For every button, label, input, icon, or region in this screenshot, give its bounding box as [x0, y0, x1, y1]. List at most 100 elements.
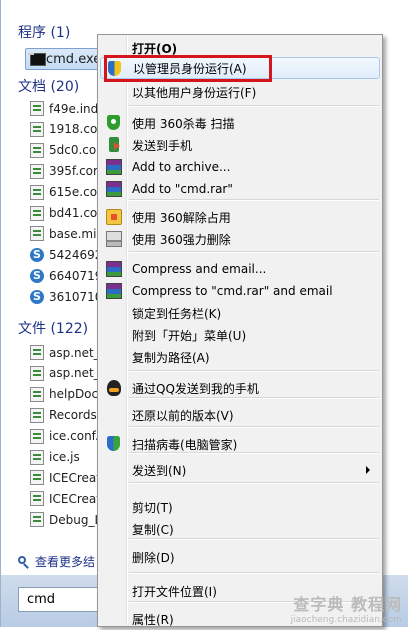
menu-item-label: 通过QQ发送到我的手机 — [132, 381, 259, 396]
result-item-label: asp.net_ — [49, 366, 100, 381]
menu-item-label: 使用 360解除占用 — [132, 210, 231, 225]
file-icon — [30, 512, 44, 528]
result-item[interactable]: helpDoc — [30, 384, 100, 405]
file-icon — [30, 142, 44, 158]
file-icon — [30, 407, 44, 423]
winrar-icon — [106, 283, 122, 299]
result-item[interactable]: asp.net_ — [30, 363, 100, 384]
watermark-title: 查字典 教程网 — [293, 595, 402, 614]
menu-item[interactable]: Compress and email... — [100, 258, 380, 280]
context-menu: 打开(O) 以管理员身份运行(A) 以其他用户身份运行(F) 使用 360杀毒 扫描发… — [97, 34, 383, 627]
menu-item-label: 复制为路径(A) — [132, 350, 210, 365]
result-item[interactable]: Records — [30, 405, 100, 426]
result-item[interactable]: Debug_L — [30, 509, 100, 530]
result-item[interactable]: 1918.co — [30, 119, 100, 140]
menu-item[interactable]: 锁定到任务栏(K) — [100, 302, 380, 324]
result-item-label: 5dc0.co — [49, 143, 97, 158]
menu-item[interactable]: Add to archive... — [100, 156, 380, 178]
menu-item-label: 打开(O) — [132, 41, 178, 56]
menu-item[interactable]: 打开(O) — [100, 37, 380, 59]
file-icon — [30, 386, 44, 402]
program-result-label: cmd.exe — [46, 51, 102, 67]
result-item-label: 6640719 — [49, 268, 100, 283]
menu-item[interactable]: 通过QQ发送到我的手机 — [100, 377, 380, 399]
result-item[interactable]: asp.net_ — [30, 342, 100, 363]
program-result-cmd[interactable]: cmd.exe — [25, 48, 105, 70]
result-item[interactable]: bd41.co — [30, 203, 100, 224]
programs-section-header[interactable]: 程序 (1) — [18, 22, 70, 42]
send-to-phone-icon — [109, 137, 120, 152]
result-item[interactable]: 615e.co — [30, 182, 100, 203]
result-item[interactable]: f49e.ind — [30, 98, 100, 119]
menu-item-label: 使用 360杀毒 扫描 — [132, 116, 235, 131]
360-antivirus-icon — [107, 115, 120, 130]
menu-separator — [129, 482, 379, 484]
file-icon — [30, 101, 44, 116]
sogou-icon — [30, 268, 44, 283]
result-item[interactable]: 6640719 — [30, 265, 100, 286]
file-icon — [30, 449, 44, 465]
search-input-value: cmd — [27, 592, 56, 607]
menu-item-label: Add to "cmd.rar" — [132, 182, 233, 196]
menu-item[interactable]: 剪切(T) — [100, 496, 380, 518]
watermark-url: jiaocheng.chazidian.com — [290, 615, 402, 625]
menu-item[interactable]: 删除(D) — [100, 546, 380, 568]
menu-item[interactable]: 复制为路径(A) — [100, 346, 380, 368]
result-item[interactable]: 5424692 — [30, 244, 100, 265]
result-item-label: ICECreat — [49, 470, 100, 485]
sogou-icon — [30, 289, 44, 304]
result-item[interactable]: base.mi — [30, 223, 100, 244]
result-item[interactable]: 3610710 — [30, 286, 100, 307]
menu-item-label: 附到「开始」菜单(U) — [132, 328, 247, 343]
menu-item[interactable]: Add to "cmd.rar" — [100, 178, 380, 200]
file-icon — [30, 226, 44, 242]
file-icon — [30, 470, 44, 486]
cmd-icon — [30, 52, 46, 66]
menu-item[interactable]: 以其他用户身份运行(F) — [100, 81, 380, 103]
menu-item-label: Compress and email... — [132, 262, 267, 276]
menu-item[interactable]: Compress to "cmd.rar" and email — [100, 280, 380, 302]
menu-item-label: 剪切(T) — [132, 500, 173, 515]
360-unlock-icon — [106, 209, 122, 225]
result-item-label: ICECreat — [49, 491, 100, 506]
menu-item[interactable]: 附到「开始」菜单(U) — [100, 324, 380, 346]
result-item-label: 395f.cor — [49, 164, 98, 179]
search-input[interactable]: cmd — [18, 587, 108, 612]
files-section-header[interactable]: 文件 (122) — [18, 318, 88, 338]
menu-item-label: 删除(D) — [132, 550, 175, 565]
menu-separator — [129, 572, 379, 574]
menu-item[interactable]: 复制(C) — [100, 518, 380, 540]
result-item[interactable]: ice.conf. — [30, 426, 100, 447]
file-icon — [30, 428, 44, 444]
result-item-label: 615e.co — [49, 185, 98, 200]
file-icon — [30, 491, 44, 507]
menu-item-label: Compress to "cmd.rar" and email — [132, 284, 333, 298]
result-item[interactable]: 5dc0.co — [30, 140, 100, 161]
pc-manager-icon — [107, 436, 120, 451]
file-icon — [30, 163, 44, 179]
result-item-label: 1918.co — [49, 122, 98, 137]
menu-item[interactable]: 以管理员身份运行(A) — [100, 57, 380, 79]
result-item[interactable]: ICECreat — [30, 488, 100, 509]
result-item-label: 3610710 — [49, 289, 100, 304]
menu-item[interactable]: 扫描病毒(电脑管家) — [100, 433, 380, 455]
menu-item-label: 发送到手机 — [132, 138, 193, 153]
menu-item[interactable]: 发送到手机 — [100, 134, 380, 156]
documents-section-header[interactable]: 文档 (20) — [18, 76, 79, 96]
menu-item-label: 属性(R) — [132, 612, 174, 627]
result-item[interactable]: 395f.cor — [30, 161, 100, 182]
menu-item[interactable]: 使用 360杀毒 扫描 — [100, 112, 380, 134]
menu-item[interactable]: 发送到(N) — [100, 459, 380, 481]
result-item-label: base.mi — [49, 226, 97, 241]
menu-separator — [129, 426, 379, 428]
menu-item-label: Add to archive... — [132, 160, 231, 174]
result-item-label: Records — [49, 408, 97, 423]
file-icon — [30, 205, 44, 221]
see-more-results-link[interactable]: 查看更多结 — [18, 553, 95, 570]
menu-item[interactable]: 使用 360解除占用 — [100, 206, 380, 228]
result-item[interactable]: ICECreat — [30, 467, 100, 488]
search-icon — [18, 555, 30, 568]
menu-item[interactable]: 还原以前的版本(V) — [100, 404, 380, 426]
result-item[interactable]: ice.js — [30, 447, 100, 468]
menu-item[interactable]: 使用 360强力删除 — [100, 228, 380, 250]
